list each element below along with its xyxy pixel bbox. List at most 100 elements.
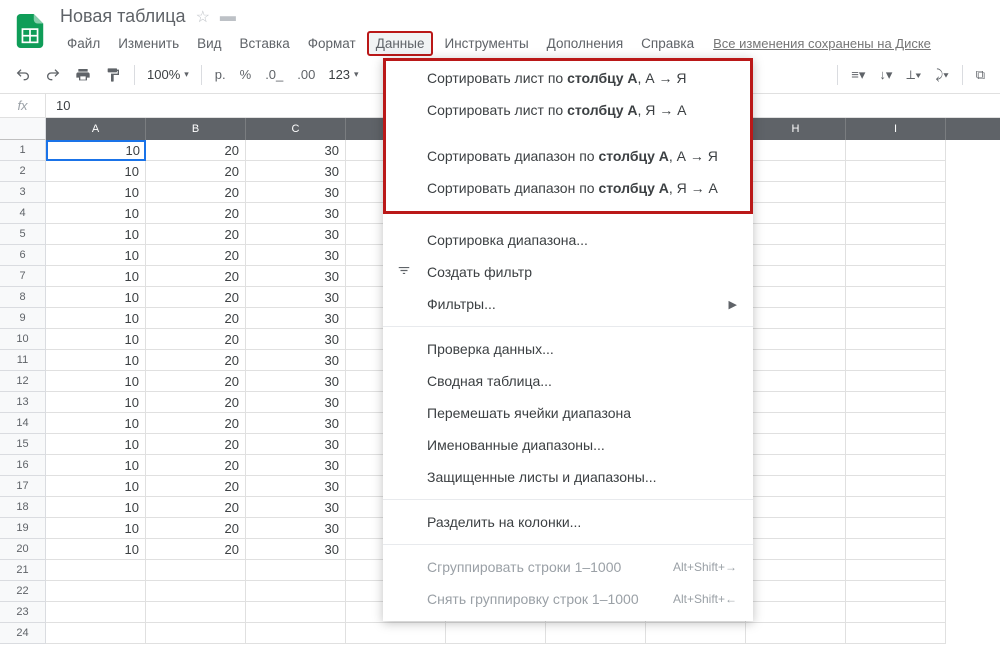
ungroup-rows[interactable]: Снять группировку строк 1–1000Alt+Shift+… [383, 583, 753, 615]
row-header[interactable]: 19 [0, 518, 46, 539]
cell[interactable] [346, 623, 446, 644]
pivot-table[interactable]: Сводная таблица... [383, 365, 753, 397]
cell[interactable] [146, 560, 246, 581]
column-header-H[interactable]: H [746, 118, 846, 140]
cell[interactable] [146, 602, 246, 623]
cell[interactable]: 10 [46, 224, 146, 245]
row-header[interactable]: 15 [0, 434, 46, 455]
cell[interactable] [846, 266, 946, 287]
cell[interactable] [746, 392, 846, 413]
decrease-decimal-button[interactable]: .0_ [260, 63, 288, 86]
cell[interactable] [46, 602, 146, 623]
cell[interactable] [846, 413, 946, 434]
cell[interactable]: 20 [146, 203, 246, 224]
cell[interactable]: 20 [146, 287, 246, 308]
cell[interactable]: 30 [246, 203, 346, 224]
cell[interactable]: 20 [146, 392, 246, 413]
percent-button[interactable]: % [235, 63, 257, 86]
menu-file[interactable]: Файл [60, 33, 107, 54]
cell[interactable] [846, 560, 946, 581]
cell[interactable] [746, 140, 846, 161]
menu-tools[interactable]: Инструменты [437, 33, 535, 54]
cell[interactable]: 10 [46, 518, 146, 539]
align-button[interactable]: ≡▾ [846, 63, 870, 87]
data-validation[interactable]: Проверка данных... [383, 333, 753, 365]
menu-help[interactable]: Справка [634, 33, 701, 54]
currency-button[interactable]: р. [210, 63, 231, 86]
cell[interactable]: 30 [246, 140, 346, 161]
cell[interactable] [846, 518, 946, 539]
cell[interactable] [746, 182, 846, 203]
sort-range-dialog[interactable]: Сортировка диапазона... [383, 224, 753, 256]
cell[interactable]: 10 [46, 350, 146, 371]
group-rows[interactable]: Сгруппировать строки 1–1000Alt+Shift+→ [383, 551, 753, 583]
number-format-select[interactable]: 123 [324, 67, 362, 82]
cell[interactable] [746, 623, 846, 644]
row-header[interactable]: 12 [0, 371, 46, 392]
cell[interactable]: 20 [146, 308, 246, 329]
cell[interactable] [846, 371, 946, 392]
zoom-select[interactable]: 100% [143, 67, 193, 82]
cell[interactable] [246, 623, 346, 644]
cell[interactable] [846, 140, 946, 161]
cell[interactable]: 20 [146, 266, 246, 287]
column-header-B[interactable]: B [146, 118, 246, 140]
sheets-logo[interactable] [10, 11, 50, 51]
cell[interactable]: 20 [146, 350, 246, 371]
cell[interactable]: 10 [46, 329, 146, 350]
row-header[interactable]: 9 [0, 308, 46, 329]
cell[interactable] [746, 581, 846, 602]
cell[interactable] [846, 623, 946, 644]
cell[interactable] [746, 266, 846, 287]
cell[interactable] [746, 329, 846, 350]
cell[interactable]: 10 [46, 434, 146, 455]
cell[interactable]: 10 [46, 392, 146, 413]
menu-addons[interactable]: Дополнения [540, 33, 630, 54]
row-header[interactable]: 18 [0, 497, 46, 518]
row-header[interactable]: 13 [0, 392, 46, 413]
row-header[interactable]: 8 [0, 287, 46, 308]
row-header[interactable]: 24 [0, 623, 46, 644]
cell[interactable]: 20 [146, 245, 246, 266]
paint-format-button[interactable] [100, 63, 126, 87]
cell[interactable] [246, 560, 346, 581]
cell[interactable]: 10 [46, 266, 146, 287]
cell[interactable]: 10 [46, 371, 146, 392]
cell[interactable] [846, 497, 946, 518]
row-header[interactable]: 7 [0, 266, 46, 287]
cell[interactable] [846, 203, 946, 224]
cell[interactable] [246, 581, 346, 602]
row-header[interactable]: 21 [0, 560, 46, 581]
cell[interactable]: 30 [246, 539, 346, 560]
cell[interactable]: 30 [246, 518, 346, 539]
sort-sheet-za[interactable]: Сортировать лист по столбцу A, Я → А [383, 94, 753, 126]
cell[interactable] [846, 245, 946, 266]
cell[interactable]: 30 [246, 476, 346, 497]
cell[interactable] [246, 602, 346, 623]
row-header[interactable]: 23 [0, 602, 46, 623]
cell[interactable] [746, 560, 846, 581]
cell[interactable]: 10 [46, 203, 146, 224]
formula-input[interactable]: 10 [46, 98, 70, 113]
cell[interactable] [646, 623, 746, 644]
cell[interactable]: 20 [146, 182, 246, 203]
cell[interactable] [746, 413, 846, 434]
named-ranges[interactable]: Именованные диапазоны... [383, 429, 753, 461]
cell[interactable] [846, 602, 946, 623]
row-header[interactable]: 14 [0, 413, 46, 434]
filters-submenu[interactable]: Фильтры...▶ [383, 288, 753, 320]
cell[interactable]: 30 [246, 308, 346, 329]
cell[interactable]: 20 [146, 413, 246, 434]
cell[interactable] [846, 581, 946, 602]
cell[interactable] [846, 455, 946, 476]
row-header[interactable]: 16 [0, 455, 46, 476]
undo-button[interactable] [10, 63, 36, 87]
increase-decimal-button[interactable]: .00 [292, 63, 320, 86]
cell[interactable] [846, 224, 946, 245]
cell[interactable] [846, 287, 946, 308]
row-header[interactable]: 20 [0, 539, 46, 560]
create-filter[interactable]: Создать фильтр [383, 256, 753, 288]
cell[interactable]: 30 [246, 287, 346, 308]
menu-data[interactable]: Данные [367, 31, 434, 56]
cell[interactable]: 10 [46, 497, 146, 518]
